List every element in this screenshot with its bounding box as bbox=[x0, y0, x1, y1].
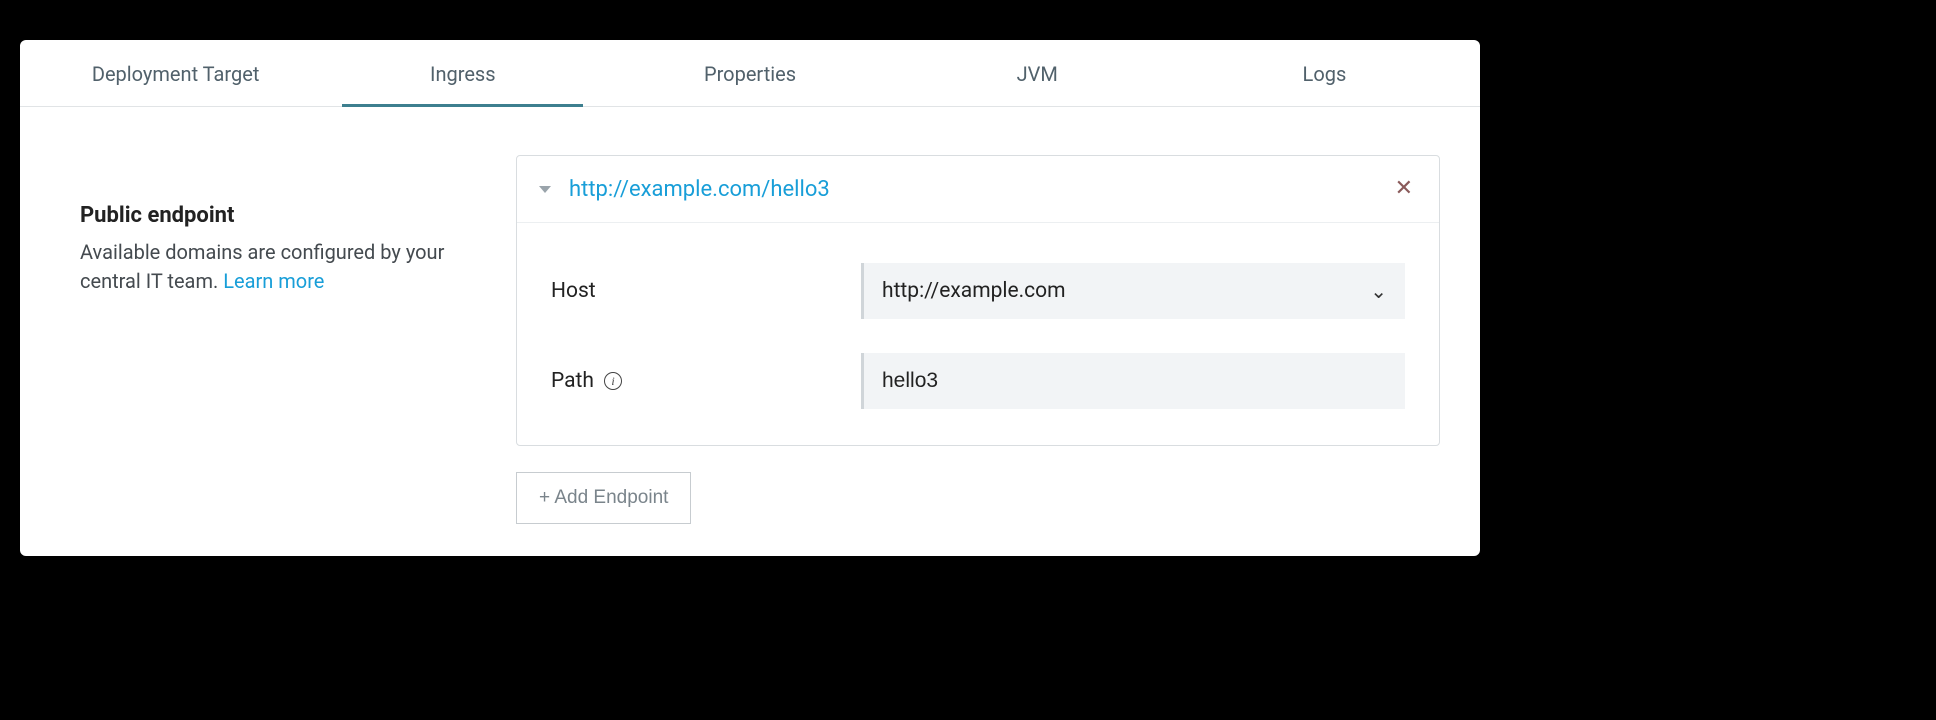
path-row: Path i bbox=[551, 353, 1405, 409]
host-label: Host bbox=[551, 279, 861, 303]
endpoint-config: http://example.com/hello3 ✕ Host http://… bbox=[516, 155, 1440, 524]
path-input[interactable] bbox=[882, 369, 1387, 393]
host-select[interactable]: http://example.com ⌄ bbox=[861, 263, 1405, 319]
section-text: Available domains are configured by your… bbox=[80, 238, 500, 296]
path-input-wrapper[interactable] bbox=[861, 353, 1405, 409]
caret-down-icon bbox=[539, 186, 551, 193]
host-value: http://example.com bbox=[882, 279, 1066, 303]
ingress-content: Public endpoint Available domains are co… bbox=[20, 107, 1480, 524]
tab-logs[interactable]: Logs bbox=[1181, 40, 1468, 106]
host-row: Host http://example.com ⌄ bbox=[551, 263, 1405, 319]
path-label-text: Path bbox=[551, 369, 594, 393]
tab-bar: Deployment Target Ingress Properties JVM… bbox=[20, 40, 1480, 107]
info-icon[interactable]: i bbox=[604, 372, 622, 390]
endpoint-card-body: Host http://example.com ⌄ Path i bbox=[517, 223, 1439, 445]
tab-ingress[interactable]: Ingress bbox=[319, 40, 606, 106]
section-description: Public endpoint Available domains are co… bbox=[80, 155, 500, 524]
add-endpoint-button[interactable]: + Add Endpoint bbox=[516, 472, 691, 524]
settings-panel: Deployment Target Ingress Properties JVM… bbox=[20, 40, 1480, 556]
close-icon[interactable]: ✕ bbox=[1391, 174, 1417, 204]
chevron-down-icon: ⌄ bbox=[1370, 279, 1387, 303]
tab-jvm[interactable]: JVM bbox=[894, 40, 1181, 106]
endpoint-url[interactable]: http://example.com/hello3 bbox=[569, 177, 1391, 202]
tab-deployment-target[interactable]: Deployment Target bbox=[32, 40, 319, 106]
path-label: Path i bbox=[551, 369, 861, 393]
endpoint-card-header[interactable]: http://example.com/hello3 ✕ bbox=[517, 156, 1439, 223]
learn-more-link[interactable]: Learn more bbox=[223, 269, 324, 293]
tab-properties[interactable]: Properties bbox=[606, 40, 893, 106]
endpoint-card: http://example.com/hello3 ✕ Host http://… bbox=[516, 155, 1440, 446]
section-heading: Public endpoint bbox=[80, 203, 500, 228]
